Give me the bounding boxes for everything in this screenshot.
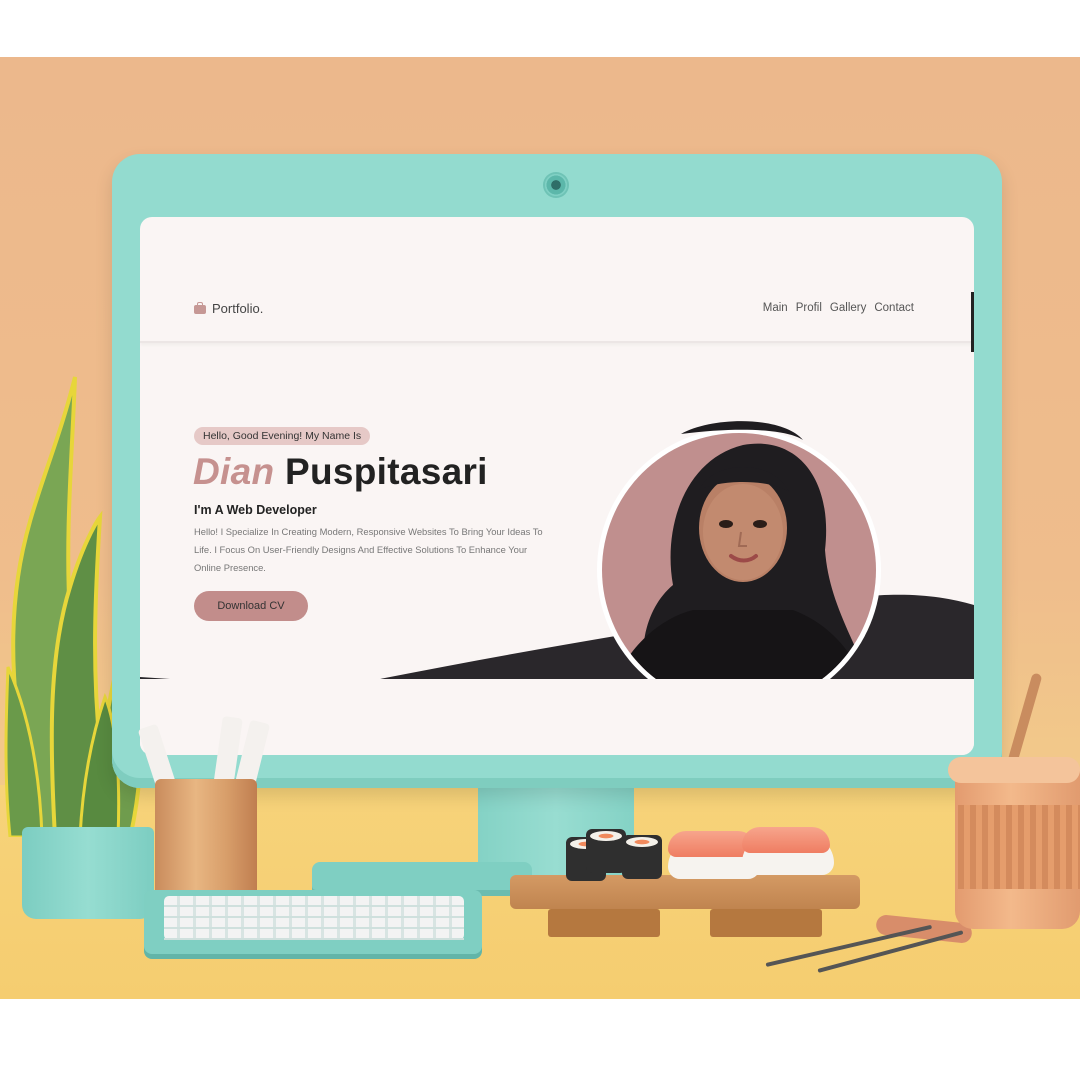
logo[interactable]: Portfolio. <box>194 301 263 316</box>
maki-roll <box>622 835 662 879</box>
mockup-scene: Portfolio. Main Profil Gallery Contact H… <box>0 57 1080 999</box>
navbar: Portfolio. Main Profil Gallery Contact <box>140 291 974 343</box>
logo-text: Portfolio. <box>212 301 264 316</box>
keyboard <box>144 890 482 954</box>
profile-photo <box>597 421 881 712</box>
sushi-board <box>510 875 860 909</box>
greeting-badge: Hello, Good Evening! My Name Is <box>194 427 371 445</box>
board-leg <box>548 909 660 937</box>
download-cv-button[interactable]: Download CV <box>194 591 308 621</box>
briefcase-icon <box>194 302 206 314</box>
bio-text: Hello! I Specialize In Creating Modern, … <box>194 526 543 573</box>
nav-link-contact[interactable]: Contact <box>874 302 914 314</box>
keyboard-keys <box>164 896 464 940</box>
webcam-icon <box>545 174 567 196</box>
scrollbar[interactable] <box>971 292 974 352</box>
cup-sleeve <box>958 805 1080 889</box>
hero-name: Dian Puspitasari <box>193 451 488 493</box>
first-name: Dian <box>193 451 275 492</box>
pencil-cup <box>155 779 257 901</box>
nav-link-main[interactable]: Main <box>763 302 788 314</box>
website-screen: Portfolio. Main Profil Gallery Contact H… <box>140 217 974 755</box>
maki-roll <box>586 829 626 873</box>
nav-link-profil[interactable]: Profil <box>796 302 822 314</box>
last-name: Puspitasari <box>284 451 488 492</box>
role-heading: I'm A Web Developer <box>194 503 317 517</box>
straw <box>1007 672 1043 764</box>
nav-links: Main Profil Gallery Contact <box>763 302 914 314</box>
board-leg <box>710 909 822 937</box>
nav-link-gallery[interactable]: Gallery <box>830 302 866 314</box>
nigiri <box>742 827 834 875</box>
plant-pot <box>22 827 154 919</box>
cup-lid <box>948 757 1080 783</box>
monitor-base <box>312 862 532 890</box>
